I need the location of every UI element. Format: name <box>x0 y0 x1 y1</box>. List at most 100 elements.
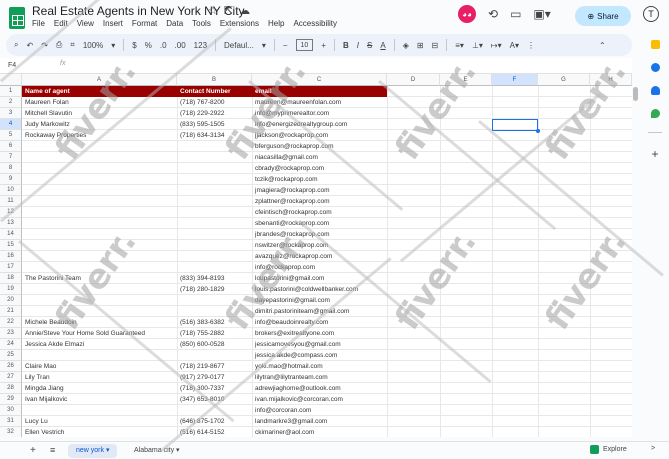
row-header[interactable]: 29 <box>0 394 22 405</box>
menu-data[interactable]: Data <box>166 19 183 28</box>
cell-c[interactable]: jjackson@rockaprop.com <box>252 130 387 141</box>
column-header-a[interactable]: A <box>22 74 177 86</box>
column-header-h[interactable]: H <box>590 74 632 86</box>
cell-a[interactable] <box>22 240 177 251</box>
comment-icon[interactable]: ▭ <box>510 7 521 21</box>
cell-b[interactable] <box>177 196 252 207</box>
contacts-icon[interactable] <box>650 86 660 95</box>
merge-cells-icon[interactable]: ⊟ <box>432 41 439 50</box>
cell-c[interactable]: louis.pastorini@coldwellbanker.com <box>252 284 387 295</box>
cell-a[interactable]: Jessica Akde Elmazi <box>22 339 177 350</box>
cell-b[interactable]: (516) 383-6382 <box>177 317 252 328</box>
history-icon[interactable]: ⟲ <box>488 7 498 21</box>
tasks-icon[interactable] <box>650 63 660 72</box>
row-header[interactable]: 7 <box>0 152 22 163</box>
row-header[interactable]: 1 <box>0 86 22 97</box>
row-header[interactable]: 18 <box>0 273 22 284</box>
currency-button[interactable]: $ <box>132 41 136 50</box>
cell-c[interactable]: avazquez@rockaprop.com <box>252 251 387 262</box>
account-avatar[interactable]: T <box>643 6 659 22</box>
cell-c[interactable]: landmarkre3@gmail.com <box>252 416 387 427</box>
add-sheet-icon[interactable]: + <box>30 445 36 456</box>
row-header[interactable]: 3 <box>0 108 22 119</box>
row-header[interactable]: 4 <box>0 119 22 130</box>
cell-a[interactable] <box>22 163 177 174</box>
cell-c[interactable]: yoki.mao@hotmail.com <box>252 361 387 372</box>
cell-c[interactable]: cfeintisch@rockaprop.com <box>252 207 387 218</box>
select-all-corner[interactable] <box>0 74 22 86</box>
cell-a[interactable]: Maureen Folan <box>22 97 177 108</box>
cell-b[interactable]: (718) 219-8677 <box>177 361 252 372</box>
cell-b[interactable] <box>177 350 252 361</box>
cell-c[interactable]: brokers@exitrealtyone.com <box>252 328 387 339</box>
cell-c[interactable]: maureen@maureenfolan.com <box>252 97 387 108</box>
cell-a[interactable]: Michele Beaudoin <box>22 317 177 328</box>
row-header[interactable]: 26 <box>0 361 22 372</box>
cell-b[interactable]: (718) 767-8200 <box>177 97 252 108</box>
cell-b[interactable] <box>177 141 252 152</box>
row-header[interactable]: 5 <box>0 130 22 141</box>
cell-a[interactable]: Judy Markowitz <box>22 119 177 130</box>
cell-c[interactable]: info@energizedrealtygroup.com <box>252 119 387 130</box>
cell-b[interactable] <box>177 240 252 251</box>
row-header[interactable]: 32 <box>0 427 22 437</box>
cell-a[interactable]: The Pastorini Team <box>22 273 177 284</box>
collaborator-avatar[interactable]: ◕◕ <box>458 5 476 23</box>
undo-icon[interactable]: ↶ <box>26 41 33 50</box>
column-header-d[interactable]: D <box>387 74 440 86</box>
cell-a[interactable]: Mingda Jiang <box>22 383 177 394</box>
menu-file[interactable]: File <box>32 19 45 28</box>
menu-tools[interactable]: Tools <box>192 19 211 28</box>
wrap-icon[interactable]: ↦▾ <box>491 41 502 50</box>
cell-c[interactable]: loupastorini@gmail.com <box>252 273 387 284</box>
row-header[interactable]: 11 <box>0 196 22 207</box>
font-size-decrease[interactable]: − <box>283 41 288 50</box>
menu-extensions[interactable]: Extensions <box>220 19 259 28</box>
cell-b[interactable] <box>177 152 252 163</box>
chevron-down-icon[interactable]: ▾ <box>262 41 266 50</box>
column-header-b[interactable]: B <box>177 74 252 86</box>
move-folder-icon[interactable]: ⇱ <box>224 4 233 17</box>
cell-b[interactable] <box>177 207 252 218</box>
cell-b[interactable]: (718) 300-7337 <box>177 383 252 394</box>
column-header-c[interactable]: C <box>252 74 387 86</box>
cell-a[interactable] <box>22 262 177 273</box>
cell-b[interactable]: (718) 280-1829 <box>177 284 252 295</box>
rotate-icon[interactable]: A▾ <box>510 41 519 50</box>
cell-b[interactable] <box>177 306 252 317</box>
cell-b[interactable] <box>177 218 252 229</box>
cell-a[interactable] <box>22 251 177 262</box>
cell-c[interactable]: info@myprimerealtor.com <box>252 108 387 119</box>
more-icon[interactable]: ⋮ <box>527 41 535 50</box>
menu-accessibility[interactable]: Accessibility <box>293 19 337 28</box>
paint-format-icon[interactable]: ⌗ <box>70 40 75 50</box>
row-header[interactable]: 12 <box>0 207 22 218</box>
row-header[interactable]: 14 <box>0 229 22 240</box>
fill-handle[interactable] <box>536 129 540 133</box>
cell-a[interactable]: Mitchell Slavutin <box>22 108 177 119</box>
cell-b[interactable]: (646) 875-1702 <box>177 416 252 427</box>
column-header-e[interactable]: E <box>440 74 492 86</box>
cell-c[interactable]: jbrandes@rockaprop.com <box>252 229 387 240</box>
row-header[interactable]: 2 <box>0 97 22 108</box>
row-header[interactable]: 19 <box>0 284 22 295</box>
vertical-scrollbar[interactable] <box>633 87 638 101</box>
cell-b[interactable]: (718) 634-3134 <box>177 130 252 141</box>
cell-a[interactable] <box>22 174 177 185</box>
cell-b[interactable] <box>177 163 252 174</box>
cell-a[interactable] <box>22 196 177 207</box>
cell-c[interactable]: email <box>252 86 387 97</box>
cell-b[interactable] <box>177 229 252 240</box>
number-format-button[interactable]: 123 <box>194 41 207 50</box>
collapse-toolbar-icon[interactable]: ⌃ <box>599 41 606 50</box>
menu-edit[interactable]: Edit <box>54 19 68 28</box>
cell-c[interactable]: info@rockaprop.com <box>252 262 387 273</box>
cell-c[interactable]: ivan.mijalkovic@corcoran.com <box>252 394 387 405</box>
row-header[interactable]: 6 <box>0 141 22 152</box>
column-header-f[interactable]: F <box>492 74 538 86</box>
cell-a[interactable]: Ivan Mijalkovic <box>22 394 177 405</box>
cell-c[interactable]: info@corcoran.com <box>252 405 387 416</box>
cell-a[interactable]: Lily Tran <box>22 372 177 383</box>
borders-icon[interactable]: ⊞ <box>417 41 424 50</box>
cell-b[interactable]: (347) 653-8010 <box>177 394 252 405</box>
